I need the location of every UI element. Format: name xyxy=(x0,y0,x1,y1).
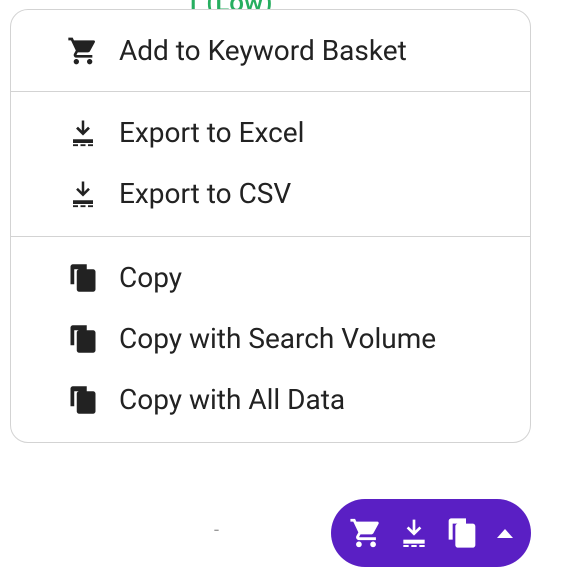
add-to-basket-item[interactable]: Add to Keyword Basket xyxy=(11,10,530,91)
menu-section-copy: Copy Copy with Search Volume Copy with A… xyxy=(11,237,530,442)
menu-section-export: Export to Excel Export to CSV xyxy=(11,92,530,237)
background-dash: - xyxy=(214,520,219,541)
cart-icon xyxy=(67,35,99,67)
menu-section-basket: Add to Keyword Basket xyxy=(11,10,530,92)
download-icon xyxy=(67,117,99,149)
download-icon xyxy=(397,516,431,550)
export-csv-label: Export to CSV xyxy=(119,177,291,210)
add-to-basket-label: Add to Keyword Basket xyxy=(119,34,407,67)
copy-volume-label: Copy with Search Volume xyxy=(119,322,436,355)
export-csv-item[interactable]: Export to CSV xyxy=(11,163,530,236)
copy-icon xyxy=(67,384,99,416)
copy-volume-item[interactable]: Copy with Search Volume xyxy=(11,308,530,369)
copy-icon xyxy=(67,262,99,294)
export-actions-button[interactable] xyxy=(331,499,531,567)
download-icon xyxy=(67,178,99,210)
cart-icon xyxy=(349,516,383,550)
copy-all-label: Copy with All Data xyxy=(119,383,345,416)
export-dropdown-menu: Add to Keyword Basket Export to Excel xyxy=(10,9,531,443)
copy-icon xyxy=(445,516,479,550)
copy-item[interactable]: Copy xyxy=(11,237,530,308)
caret-up-icon xyxy=(497,529,513,538)
copy-label: Copy xyxy=(119,261,182,294)
copy-all-item[interactable]: Copy with All Data xyxy=(11,369,530,442)
copy-icon xyxy=(67,323,99,355)
export-excel-item[interactable]: Export to Excel xyxy=(11,92,530,163)
export-excel-label: Export to Excel xyxy=(119,116,304,149)
